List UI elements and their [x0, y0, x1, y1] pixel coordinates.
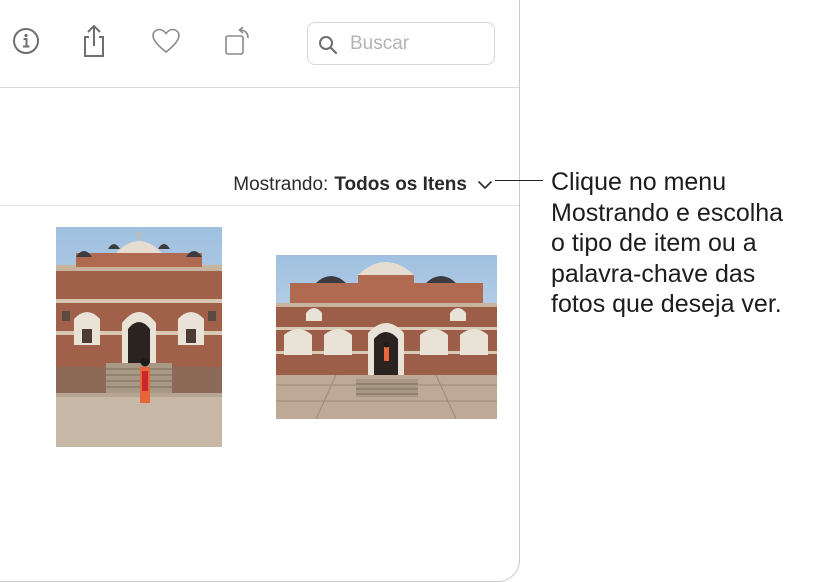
- share-icon[interactable]: [79, 24, 109, 57]
- callout-text: Clique no menu Mostrando e escolha o tip…: [551, 167, 783, 320]
- info-icon[interactable]: [11, 25, 41, 57]
- grid-divider: [0, 205, 519, 206]
- callout-line: palavra-chave das: [551, 259, 756, 288]
- heart-icon[interactable]: [151, 25, 181, 57]
- rotate-icon[interactable]: [223, 25, 253, 57]
- callout-line: Clique no menu: [551, 168, 727, 196]
- photo-thumbnail[interactable]: [276, 255, 497, 420]
- callout-line: o tipo de item ou a: [551, 229, 757, 257]
- callout-leader-line: [495, 180, 543, 181]
- callout-line: Mostrando e escolha: [551, 198, 784, 227]
- photo-thumbnail[interactable]: [56, 227, 222, 447]
- toolbar: Buscar: [0, 0, 519, 88]
- search-placeholder: Buscar: [350, 33, 410, 54]
- showing-menu[interactable]: Mostrando: Todos os Itens: [233, 174, 493, 196]
- search-icon: [318, 35, 338, 60]
- showing-prefix: Mostrando:: [233, 174, 329, 195]
- photos-window: Buscar Mostrando: Todos os Itens: [0, 0, 520, 582]
- search-field[interactable]: Buscar: [307, 22, 495, 65]
- chevron-down-icon: [477, 174, 493, 196]
- showing-value: Todos os Itens: [334, 174, 467, 195]
- callout-line: fotos que deseja ver.: [551, 290, 782, 318]
